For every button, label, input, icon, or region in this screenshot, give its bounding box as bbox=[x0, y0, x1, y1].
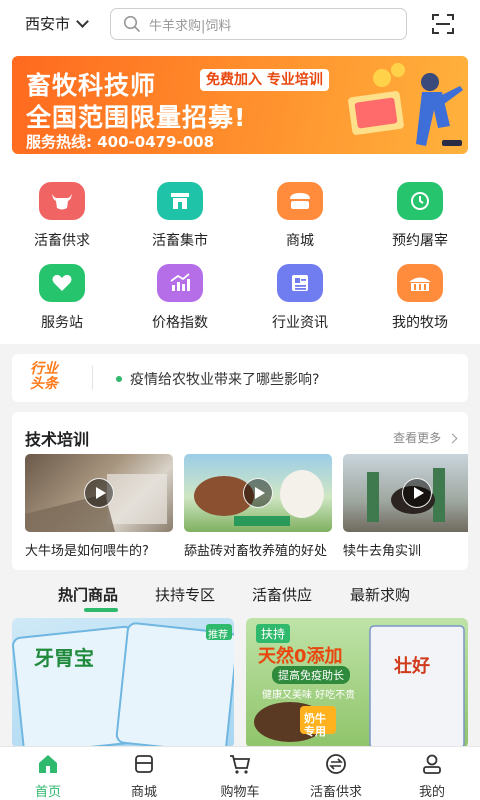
news-logo-line1: 行业 bbox=[30, 361, 58, 377]
user-icon bbox=[423, 754, 441, 774]
nav-label: 商城 bbox=[130, 785, 157, 800]
chevron-right-icon bbox=[447, 433, 458, 444]
category-label: 我的牧场 bbox=[392, 315, 448, 331]
video-caption: 大牛场是如何喂牛的? bbox=[25, 544, 149, 559]
play-icon[interactable] bbox=[402, 478, 432, 508]
nav-label: 首页 bbox=[34, 785, 61, 800]
view-more-label: 查看更多 bbox=[393, 431, 442, 445]
category-live-trade[interactable]: 活畜供求 bbox=[14, 182, 110, 254]
active-tab-indicator bbox=[84, 608, 118, 612]
category-label: 预约屠宰 bbox=[392, 233, 448, 249]
news-icon bbox=[277, 264, 323, 302]
product-card[interactable]: 牙胃宝 推荐 bbox=[12, 618, 234, 748]
training-title: 技术培训 bbox=[25, 430, 90, 449]
nav-live-trade[interactable]: 活畜供求 bbox=[296, 753, 376, 800]
category-service-station[interactable]: 服务站 bbox=[14, 264, 110, 336]
banner-illustration bbox=[348, 63, 463, 146]
video-caption: 舔盐砖对畜牧养殖的好处 bbox=[184, 544, 328, 559]
tab-support-zone[interactable]: 扶持专区 bbox=[155, 584, 215, 605]
top-bar: 西安市 牛羊求购|饲料 bbox=[0, 0, 480, 48]
search-input[interactable]: 牛羊求购|饲料 bbox=[110, 8, 407, 40]
video-caption: 犊牛去角实训 bbox=[343, 544, 422, 559]
product-brand: 牙胃宝 bbox=[34, 646, 94, 670]
search-icon bbox=[123, 15, 140, 32]
scan-icon[interactable] bbox=[432, 14, 454, 34]
category-grid: 活畜供求 活畜集市 商城 预约屠宰 服务站 价格指数 行业资讯 我的牧场 bbox=[0, 166, 480, 344]
banner-title-1: 畜牧科技师 bbox=[26, 71, 157, 100]
product-label: 奶牛专用 bbox=[304, 712, 326, 738]
view-more-link[interactable]: 查看更多 bbox=[393, 429, 458, 446]
search-placeholder: 牛羊求购|饲料 bbox=[149, 18, 232, 34]
category-industry-news[interactable]: 行业资讯 bbox=[252, 264, 348, 336]
category-label: 活畜供求 bbox=[34, 233, 90, 249]
video-thumb[interactable] bbox=[25, 454, 173, 532]
category-label: 商城 bbox=[286, 233, 314, 249]
shop-icon bbox=[135, 755, 153, 773]
category-label: 价格指数 bbox=[152, 315, 208, 331]
banner-title-2: 全国范围限量招募! bbox=[26, 103, 247, 132]
product-bag-brand: 壮好 bbox=[394, 656, 430, 677]
category-price-index[interactable]: 价格指数 bbox=[132, 264, 228, 336]
product-card[interactable]: 扶持 天然0添加 提高免疫助长 健康又美味 好吃不贵 奶牛专用 壮好 bbox=[246, 618, 468, 748]
chevron-down-icon bbox=[76, 14, 89, 28]
training-section: 技术培训 查看更多 大牛场是如何喂牛的? 舔盐砖对畜牧养殖的好处 犊牛去角实训 bbox=[12, 412, 468, 570]
nav-label: 活畜供求 bbox=[309, 785, 362, 800]
category-label: 活畜集市 bbox=[152, 233, 208, 249]
nav-shop[interactable]: 商城 bbox=[104, 753, 184, 800]
product-slogan: 健康又美味 好吃不贵 bbox=[262, 690, 356, 701]
cart-icon bbox=[230, 755, 251, 774]
tab-latest-wanted[interactable]: 最新求购 bbox=[350, 584, 410, 605]
home-icon bbox=[39, 755, 57, 773]
banner-tag: 免费加入 专业培训 bbox=[200, 69, 329, 91]
play-icon[interactable] bbox=[84, 478, 114, 508]
bottom-navigation: 首页 商城 购物车 活畜供求 我的 bbox=[0, 746, 480, 800]
heart-icon bbox=[39, 264, 85, 302]
bullet-dot bbox=[116, 376, 122, 382]
nav-label: 我的 bbox=[418, 785, 445, 800]
store-icon bbox=[277, 182, 323, 220]
city-label: 西安市 bbox=[25, 15, 71, 33]
category-my-farm[interactable]: 我的牧场 bbox=[372, 264, 468, 336]
market-icon bbox=[157, 182, 203, 220]
news-headline[interactable]: 疫情给农牧业带来了哪些影响? bbox=[130, 369, 319, 389]
category-live-market[interactable]: 活畜集市 bbox=[132, 182, 228, 254]
farm-icon bbox=[397, 264, 443, 302]
exchange-icon bbox=[326, 754, 346, 774]
news-ticker[interactable]: 行业 头条 疫情给农牧业带来了哪些影响? bbox=[12, 354, 468, 402]
category-label: 行业资讯 bbox=[272, 315, 328, 331]
video-thumb[interactable] bbox=[343, 454, 468, 532]
product-badge: 扶持 bbox=[256, 624, 291, 643]
nav-home[interactable]: 首页 bbox=[8, 753, 88, 800]
product-title: 天然0添加 bbox=[258, 646, 343, 667]
nav-cart[interactable]: 购物车 bbox=[200, 753, 280, 800]
product-tabs: 热门商品 扶持专区 活畜供应 最新求购 bbox=[0, 578, 480, 614]
chart-icon bbox=[157, 264, 203, 302]
clock-icon bbox=[397, 182, 443, 220]
play-icon[interactable] bbox=[243, 478, 273, 508]
bull-icon bbox=[39, 182, 85, 220]
nav-label: 购物车 bbox=[220, 785, 260, 800]
product-subtitle: 提高免疫助长 bbox=[272, 666, 350, 684]
tab-hot-products[interactable]: 热门商品 bbox=[58, 584, 118, 605]
video-thumb[interactable] bbox=[184, 454, 332, 532]
banner-section: 畜牧科技师 免费加入 专业培训 全国范围限量招募! 服务热线: 400-0479… bbox=[0, 48, 480, 166]
category-store[interactable]: 商城 bbox=[252, 182, 348, 254]
category-label: 服务站 bbox=[41, 315, 83, 331]
banner-phone: 服务热线: 400-0479-008 bbox=[26, 133, 215, 151]
product-badge: 推荐 bbox=[208, 630, 228, 641]
promo-banner[interactable]: 畜牧科技师 免费加入 专业培训 全国范围限量招募! 服务热线: 400-0479… bbox=[12, 56, 468, 154]
city-selector[interactable]: 西安市 bbox=[25, 13, 89, 34]
nav-me[interactable]: 我的 bbox=[392, 753, 472, 800]
category-slaughter[interactable]: 预约屠宰 bbox=[372, 182, 468, 254]
feed-bags-image bbox=[12, 622, 234, 748]
news-logo: 行业 头条 bbox=[30, 362, 72, 394]
tab-livestock-supply[interactable]: 活畜供应 bbox=[252, 584, 312, 605]
divider bbox=[92, 366, 93, 390]
news-logo-line2: 头条 bbox=[30, 376, 58, 392]
